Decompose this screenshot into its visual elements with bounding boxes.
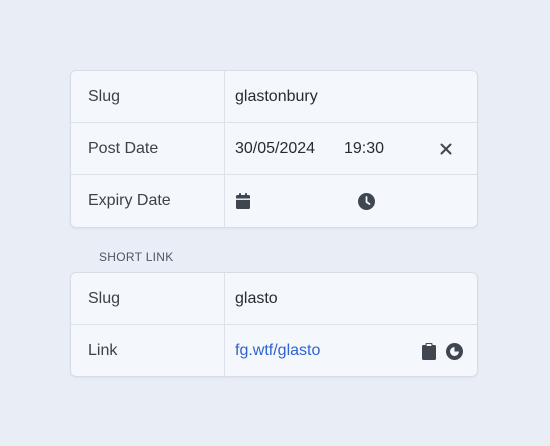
clipboard-icon[interactable] [422,342,436,360]
post-date-date-input[interactable]: 30/05/2024 [235,140,315,158]
slug-value[interactable]: glastonbury [235,88,318,106]
post-meta-panel: Slug glastonbury Post Date 30/05/2024 19… [70,70,478,228]
short-slug-value[interactable]: glasto [235,290,278,308]
post-date-label: Post Date [71,123,225,174]
short-slug-row: Slug glasto [71,273,477,325]
expiry-date-row: Expiry Date [71,175,477,227]
short-link-panel: Slug glasto Link fg.wtf/glasto [70,272,478,377]
link-row: Link fg.wtf/glasto [71,325,477,377]
post-date-field: 30/05/2024 19:30 [225,123,477,174]
close-icon[interactable] [439,142,453,156]
slug-field[interactable]: glastonbury [225,71,477,122]
slug-row: Slug glastonbury [71,71,477,123]
expiry-date-label: Expiry Date [71,175,225,227]
slug-label: Slug [71,71,225,122]
short-slug-field[interactable]: glasto [225,273,477,324]
clock-icon[interactable] [358,192,375,210]
link-label: Link [71,325,225,377]
calendar-icon[interactable] [236,193,250,209]
short-slug-label: Slug [71,273,225,324]
short-link-section-title: SHORT LINK [99,250,174,264]
expiry-date-field [225,175,477,227]
refresh-icon[interactable] [446,342,463,360]
post-date-row: Post Date 30/05/2024 19:30 [71,123,477,175]
post-date-time-input[interactable]: 19:30 [344,140,384,158]
short-link-url[interactable]: fg.wtf/glasto [235,342,320,360]
link-field: fg.wtf/glasto [225,325,477,377]
